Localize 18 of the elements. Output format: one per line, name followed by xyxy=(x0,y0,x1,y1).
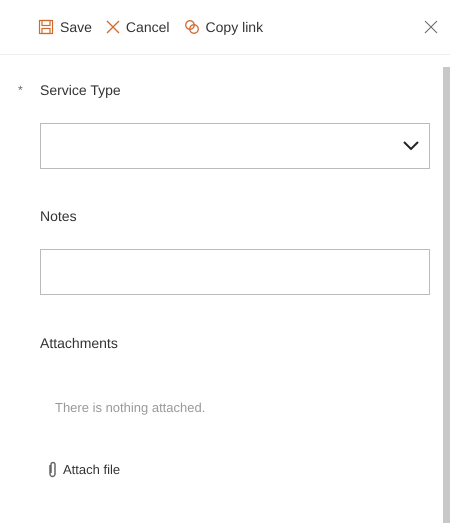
paperclip-icon xyxy=(48,460,57,478)
save-icon xyxy=(38,19,54,35)
field-label: Service Type xyxy=(40,80,121,100)
scrollbar[interactable] xyxy=(443,67,450,523)
close-icon xyxy=(424,20,438,34)
toolbar-button[interactable]: Save xyxy=(38,16,92,38)
dropdown-field[interactable] xyxy=(40,123,430,169)
empty-message: There is nothing attached. xyxy=(55,399,206,417)
link-icon xyxy=(184,19,200,35)
chevron-down-icon xyxy=(403,141,419,151)
toolbar-button[interactable]: Copy link xyxy=(184,16,264,38)
section-label: Attachments xyxy=(40,334,119,353)
notes-field[interactable] xyxy=(40,249,430,295)
toolbar-button[interactable]: Cancel xyxy=(106,16,170,38)
close-icon xyxy=(106,20,120,34)
required-asterisk: * xyxy=(18,82,23,99)
attach-file-button[interactable]: Attach file xyxy=(48,460,120,479)
field-label: Notes xyxy=(40,206,77,226)
